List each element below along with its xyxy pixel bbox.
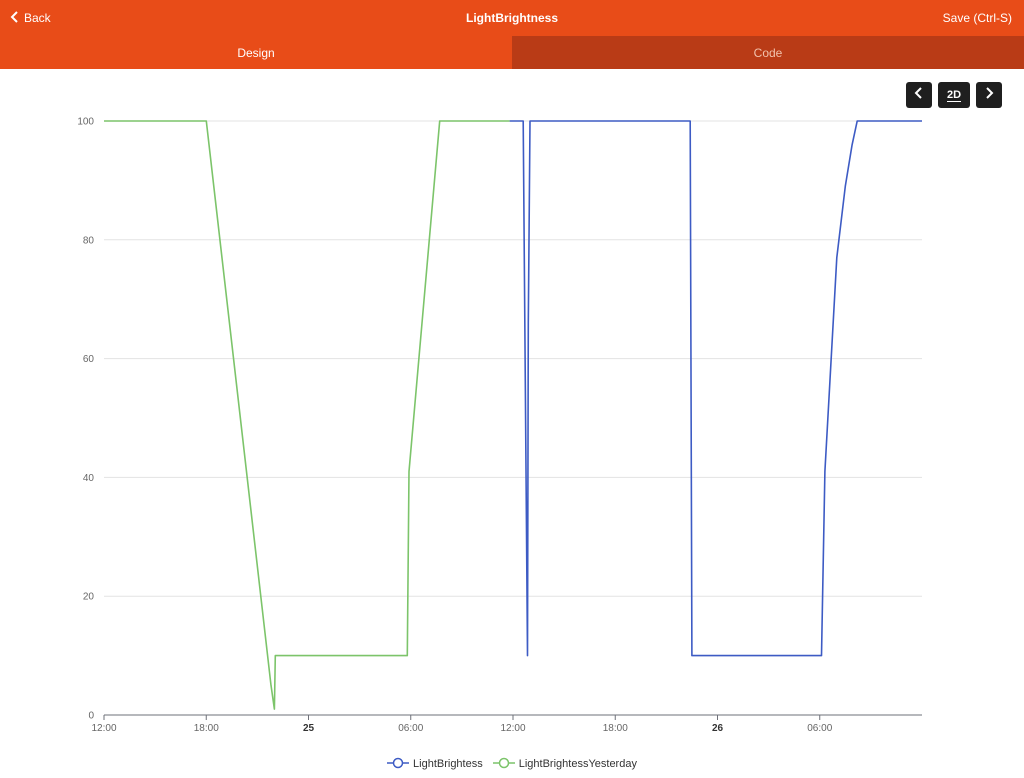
legend-label: LightBrightess xyxy=(413,758,483,770)
series-line-2 xyxy=(104,120,510,710)
x-tick-label: 26 xyxy=(712,723,724,734)
chevron-left-icon xyxy=(10,10,20,26)
save-button[interactable]: Save (Ctrl-S) xyxy=(943,0,1012,36)
legend-item-lightbrightess[interactable]: LightBrightess xyxy=(387,756,483,772)
x-tick-label: 18:00 xyxy=(603,723,628,734)
back-label: Back xyxy=(24,11,51,25)
x-tick-label: 06:00 xyxy=(807,723,832,734)
x-tick-label: 12:00 xyxy=(500,723,525,734)
x-tick-label: 18:00 xyxy=(194,723,219,734)
tab-design[interactable]: Design xyxy=(0,36,512,69)
chart-legend: LightBrightess LightBrightessYesterday xyxy=(0,756,1024,772)
series-line-1 xyxy=(509,120,922,657)
tab-code[interactable]: Code xyxy=(512,36,1024,69)
legend-marker-icon xyxy=(387,757,410,772)
top-bar: Back LightBrightness Save (Ctrl-S) xyxy=(0,0,1024,36)
legend-label: LightBrightessYesterday xyxy=(518,758,637,770)
tab-bar: Design Code xyxy=(0,36,1024,69)
legend-marker-icon xyxy=(492,757,515,772)
y-tick-label: 100 xyxy=(77,117,94,128)
y-tick-label: 60 xyxy=(83,354,95,365)
back-button[interactable]: Back xyxy=(10,0,51,36)
y-tick-label: 20 xyxy=(83,592,95,603)
line-chart: 0 20 40 60 80 100 12:00 18:00 25 06:00 12:00 18:00 2… xyxy=(77,117,922,734)
x-tick-label: 25 xyxy=(303,723,315,734)
y-tick-label: 40 xyxy=(83,473,95,484)
y-tick-label: 0 xyxy=(88,711,94,722)
legend-item-lightbrightess-yesterday[interactable]: LightBrightessYesterday xyxy=(492,756,637,772)
x-tick-label: 12:00 xyxy=(91,723,116,734)
y-tick-label: 80 xyxy=(83,235,95,246)
x-tick-label: 06:00 xyxy=(398,723,423,734)
page-title: LightBrightness xyxy=(466,11,558,25)
